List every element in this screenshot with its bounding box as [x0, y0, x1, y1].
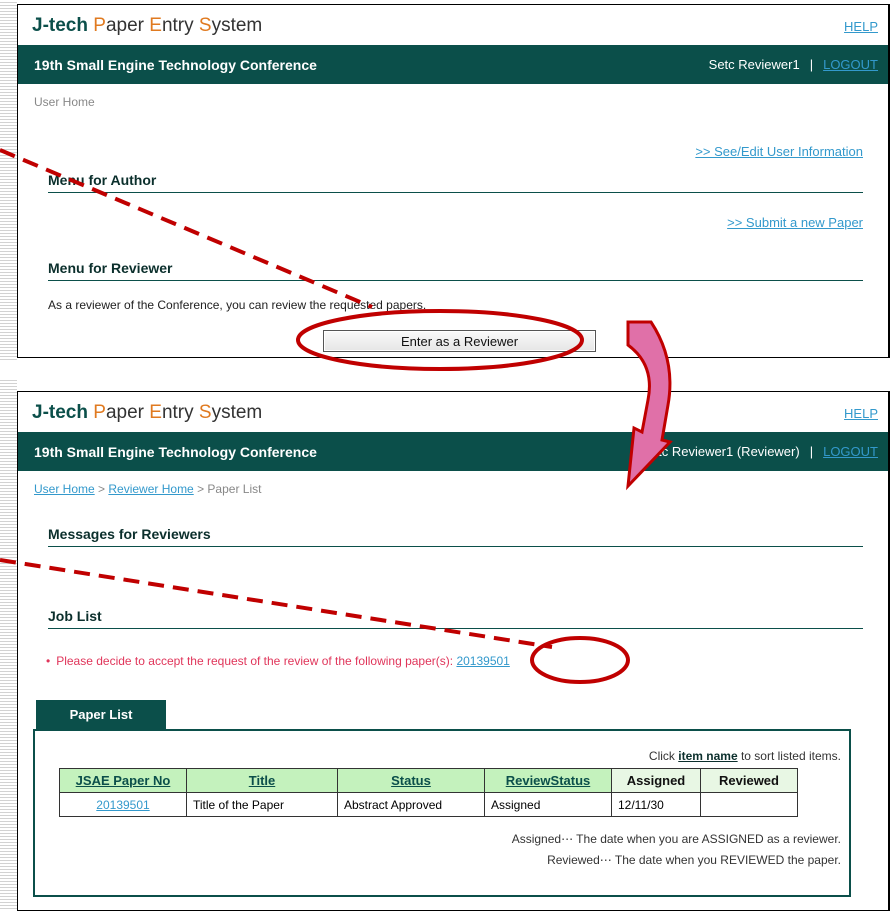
logout-link[interactable]: LOGOUT [823, 57, 878, 72]
enter-as-reviewer-button[interactable]: Enter as a Reviewer [323, 330, 596, 352]
col-header-assigned: Assigned [611, 768, 701, 793]
job-message-text: Please decide to accept the request of t… [56, 654, 454, 668]
paper-no-link[interactable]: 20139501 [96, 798, 149, 812]
app-logo: J-tech Paper Entry System [32, 15, 263, 36]
messages-title: Messages for Reviewers [48, 526, 863, 547]
menu-author-title: Menu for Author [48, 172, 863, 193]
breadcrumb-current: Paper List [207, 482, 262, 496]
menu-reviewer-title: Menu for Reviewer [48, 260, 863, 281]
user-name: Setc Reviewer1 [708, 57, 800, 72]
user-home-panel: J-tech Paper Entry System HELP 19th Smal… [17, 4, 890, 358]
breadcrumb-current: User Home [34, 95, 95, 109]
breadcrumb-user-home-link[interactable]: User Home [34, 482, 95, 496]
job-list-title: Job List [48, 608, 863, 629]
app-logo: J-tech Paper Entry System [32, 402, 263, 423]
top-bar: J-tech Paper Entry System HELP [18, 5, 888, 45]
note-assigned: Assigned⋯ The date when you are ASSIGNED… [511, 832, 841, 846]
sort-hint: Click item name to sort listed items. [648, 749, 841, 763]
breadcrumb: User Home [34, 95, 95, 109]
user-area: Setc Reviewer1 (Reviewer) | LOGOUT [642, 444, 878, 459]
breadcrumb-reviewer-home-link[interactable]: Reviewer Home [108, 482, 193, 496]
cell-assigned: 12/11/30 [611, 792, 701, 817]
table-row: 20139501 Title of the Paper Abstract App… [59, 792, 798, 817]
see-edit-user-info-link[interactable]: >> See/Edit User Information [695, 144, 863, 159]
col-header-title[interactable]: Title [186, 768, 338, 793]
paper-list-box: Click item name to sort listed items. JS… [33, 729, 851, 897]
help-link[interactable]: HELP [844, 406, 878, 421]
cell-paper-no: 20139501 [59, 792, 187, 817]
paper-table: JSAE Paper No Title Status ReviewStatus … [59, 768, 798, 817]
job-paper-link[interactable]: 20139501 [456, 654, 509, 668]
user-area: Setc Reviewer1 | LOGOUT [708, 57, 878, 72]
help-link[interactable]: HELP [844, 19, 878, 34]
col-header-paper-no[interactable]: JSAE Paper No [59, 768, 187, 793]
cell-reviewed [700, 792, 798, 817]
cell-review-status: Assigned [484, 792, 612, 817]
conference-title: 19th Small Engine Technology Conference [34, 57, 317, 73]
bullet-icon: • [46, 654, 51, 668]
cell-title: Title of the Paper [186, 792, 338, 817]
cell-status: Abstract Approved [337, 792, 485, 817]
left-stripe-bottom [0, 378, 17, 911]
submit-new-paper-link[interactable]: >> Submit a new Paper [727, 215, 863, 230]
conference-bar: 19th Small Engine Technology Conference … [18, 45, 888, 84]
logout-link[interactable]: LOGOUT [823, 444, 878, 459]
col-header-reviewed: Reviewed [700, 768, 798, 793]
job-message: • Please decide to accept the request of … [46, 654, 510, 668]
col-header-review-status[interactable]: ReviewStatus [484, 768, 612, 793]
conference-bar: 19th Small Engine Technology Conference … [18, 432, 888, 471]
tab-paper-list[interactable]: Paper List [36, 700, 166, 730]
left-stripe-top [0, 0, 17, 360]
col-header-status[interactable]: Status [337, 768, 485, 793]
conference-title: 19th Small Engine Technology Conference [34, 444, 317, 460]
user-name: Setc Reviewer1 (Reviewer) [642, 444, 800, 459]
table-header-row: JSAE Paper No Title Status ReviewStatus … [59, 768, 798, 793]
reviewer-description: As a reviewer of the Conference, you can… [48, 298, 427, 312]
breadcrumb: User Home > Reviewer Home > Paper List [34, 482, 262, 496]
note-reviewed: Reviewed⋯ The date when you REVIEWED the… [547, 853, 841, 867]
top-bar: J-tech Paper Entry System HELP [18, 392, 888, 432]
